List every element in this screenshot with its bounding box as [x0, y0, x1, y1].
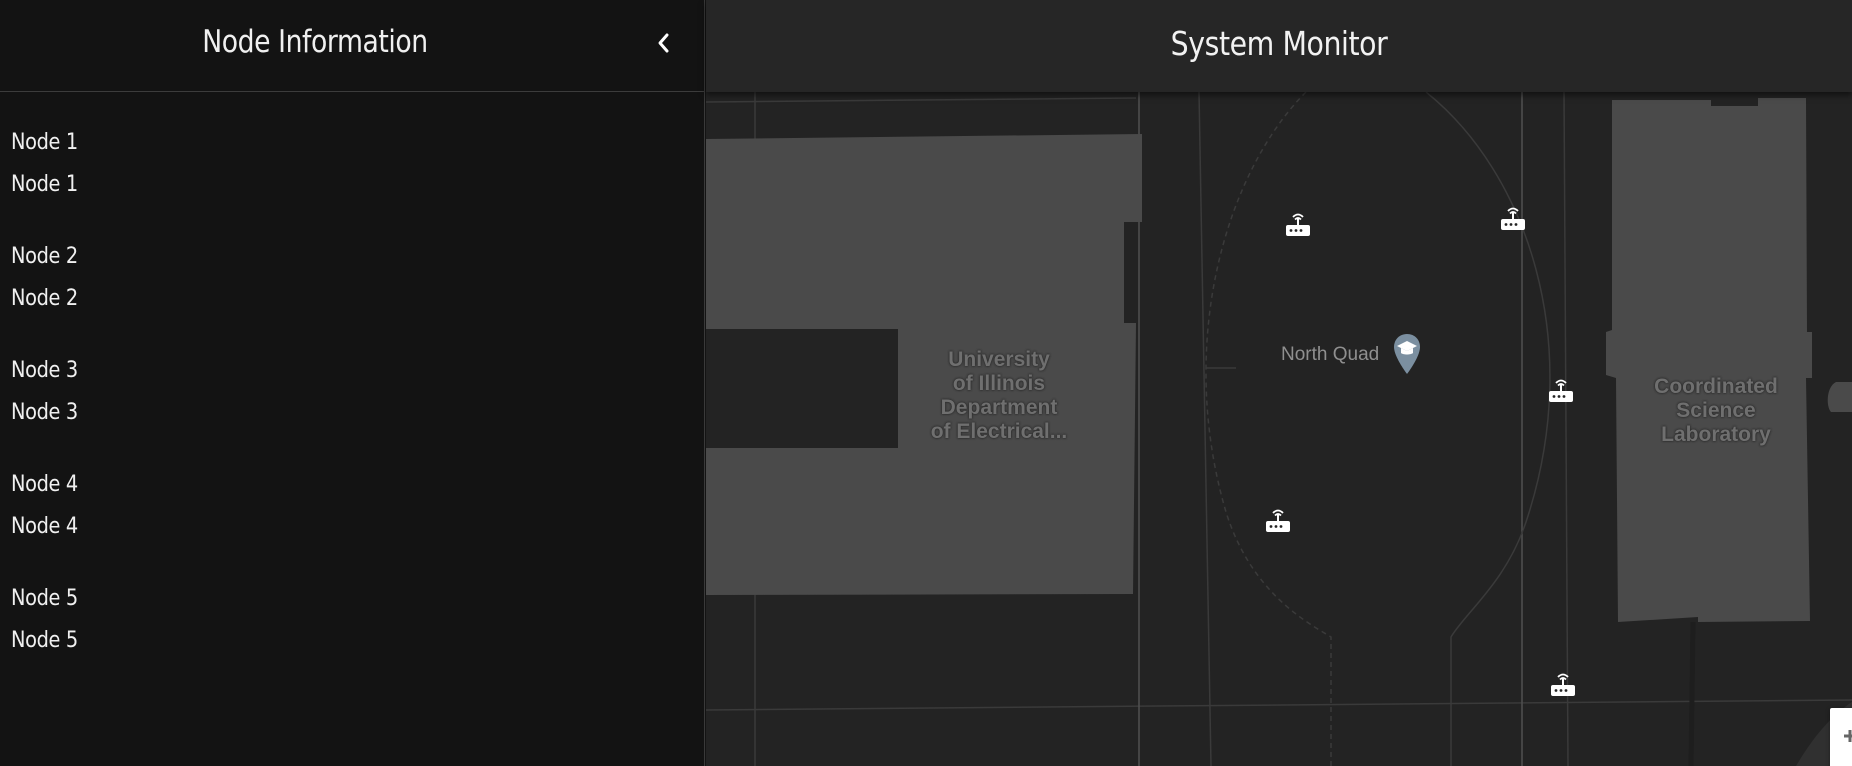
panel-header: Node Information — [0, 0, 704, 92]
node-entry-3[interactable]: Node 3 Node 3 — [11, 350, 87, 464]
node-information-panel: Node Information Node 1 Node 1 Node 2 No… — [0, 0, 705, 766]
node-detail: Node 4 — [11, 514, 78, 539]
node-entry-5[interactable]: Node 5 Node 5 — [11, 578, 87, 692]
campus-map[interactable]: University of Illinois Department of Ele… — [706, 92, 1852, 766]
node-list: Node 1 Node 1 Node 2 Node 2 Node 3 Node … — [11, 122, 87, 692]
node-name: Node 2 — [11, 244, 78, 269]
node-name: Node 1 — [11, 130, 78, 155]
node-detail: Node 1 — [11, 172, 78, 197]
node-name: Node 3 — [11, 358, 78, 383]
system-monitor-header: System Monitor — [706, 0, 1852, 92]
wifi-router-icon[interactable] — [1263, 506, 1293, 536]
ece-building-label: University of Illinois Department of Ele… — [930, 348, 1068, 443]
wifi-router-icon[interactable] — [1548, 670, 1578, 700]
wifi-router-icon[interactable] — [1283, 210, 1313, 240]
wifi-router-icon[interactable] — [1498, 204, 1528, 234]
node-entry-2[interactable]: Node 2 Node 2 — [11, 236, 87, 350]
zoom-in-icon[interactable] — [1830, 708, 1852, 748]
node-detail: Node 3 — [11, 400, 78, 425]
chevron-left-icon — [658, 33, 669, 53]
node-name: Node 4 — [11, 472, 78, 497]
node-detail: Node 5 — [11, 628, 78, 653]
node-detail: Node 2 — [11, 286, 78, 311]
zoom-control[interactable] — [1830, 708, 1852, 766]
collapse-panel-button[interactable] — [648, 26, 678, 60]
node-name: Node 5 — [11, 586, 78, 611]
wifi-router-icon[interactable] — [1546, 376, 1576, 406]
graduation-cap-pin-icon[interactable] — [1392, 332, 1422, 376]
node-entry-4[interactable]: Node 4 Node 4 — [11, 464, 87, 578]
node-entry-1[interactable]: Node 1 Node 1 — [11, 122, 87, 236]
panel-title: Node Information — [202, 24, 428, 60]
north-quad-label[interactable]: North Quad — [1281, 344, 1379, 366]
page-title: System Monitor — [1170, 24, 1388, 63]
csl-building-label: Coordinated Science Laboratory — [1654, 375, 1778, 446]
